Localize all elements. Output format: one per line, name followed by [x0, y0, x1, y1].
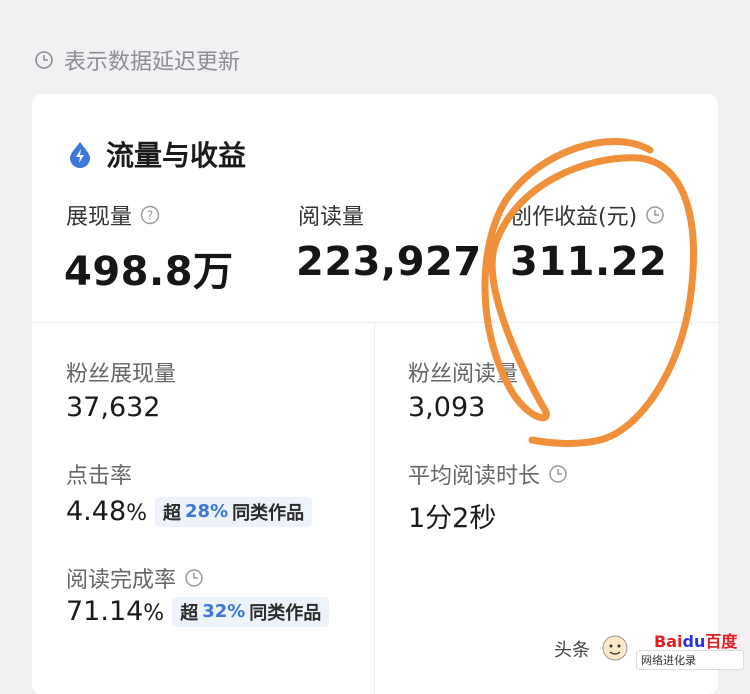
- toutiao-watermark: 头条: [554, 640, 590, 661]
- clock-icon: [549, 465, 567, 483]
- revenue-value: 311.22: [510, 239, 668, 285]
- help-icon[interactable]: ?: [140, 205, 160, 225]
- card-title: 流量与收益: [106, 139, 247, 172]
- card-header: 流量与收益: [66, 134, 246, 174]
- data-delay-notice: 表示数据延迟更新: [34, 44, 240, 76]
- revenue-label: 创作收益(元): [510, 199, 665, 231]
- reads-label: 阅读量: [298, 205, 365, 230]
- completion-label: 阅读完成率: [66, 562, 204, 594]
- clock-icon: [185, 569, 203, 587]
- baidu-search-bar: 网络进化录: [636, 650, 744, 670]
- traffic-revenue-card: 流量与收益 展现量 ? 498.8万 阅读量 223,927 创作收益(元) 3…: [32, 94, 718, 694]
- divider: [32, 322, 718, 323]
- avg-read-time-label: 平均阅读时长: [408, 458, 568, 490]
- fan-reads-value: 3,093: [408, 392, 486, 423]
- impressions-label: 展现量 ?: [66, 199, 160, 231]
- lightning-drop-icon: [70, 142, 90, 168]
- ctr-comparison-badge: 超 28% 同类作品: [155, 496, 313, 527]
- fan-reads-label: 粉丝阅读量: [408, 362, 519, 387]
- data-delay-text: 表示数据延迟更新: [64, 50, 241, 75]
- ctr-value: 4.48% 超 28% 同类作品: [66, 496, 313, 527]
- fan-impressions-label: 粉丝展现量: [66, 362, 177, 387]
- completion-value: 71.14% 超 32% 同类作品: [66, 596, 330, 627]
- fan-impressions-value: 37,632: [66, 392, 161, 423]
- ctr-label: 点击率: [66, 464, 133, 489]
- divider: [374, 322, 375, 694]
- clock-icon: [646, 206, 664, 224]
- baidu-watermark: Baidu百度 网络进化录: [602, 622, 744, 672]
- svg-text:?: ?: [147, 209, 153, 223]
- mascot-icon: [602, 635, 628, 661]
- avg-read-time-value: 1分2秒: [408, 503, 497, 534]
- reads-value: 223,927: [296, 239, 482, 285]
- baidu-logo: Baidu百度: [654, 632, 738, 651]
- completion-comparison-badge: 超 32% 同类作品: [172, 596, 330, 627]
- impressions-value: 498.8万: [64, 249, 234, 295]
- clock-icon: [35, 51, 53, 69]
